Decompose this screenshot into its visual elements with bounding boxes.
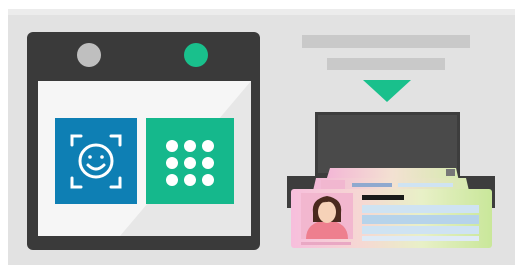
card-field-2 (362, 215, 479, 224)
kiosk-illustration (8, 9, 515, 265)
keypad-icon (166, 140, 214, 186)
indicator-light-left (77, 43, 101, 67)
slot-label-bar-bottom (327, 58, 445, 70)
card-chip-icon (446, 169, 455, 176)
card-field-4 (362, 236, 479, 241)
card-field-3 (362, 226, 479, 234)
slot-label-bar-top (302, 35, 470, 48)
id-card-front (291, 189, 492, 248)
id-card-stack (291, 168, 492, 248)
indicator-light-right (184, 43, 208, 67)
face-recognition-button[interactable] (55, 118, 137, 204)
card-footer-line (301, 242, 351, 245)
card-name-bar (362, 195, 404, 200)
keypad-button[interactable] (146, 118, 234, 204)
card-field-1 (362, 205, 479, 213)
kiosk-body-highlight (8, 9, 515, 15)
